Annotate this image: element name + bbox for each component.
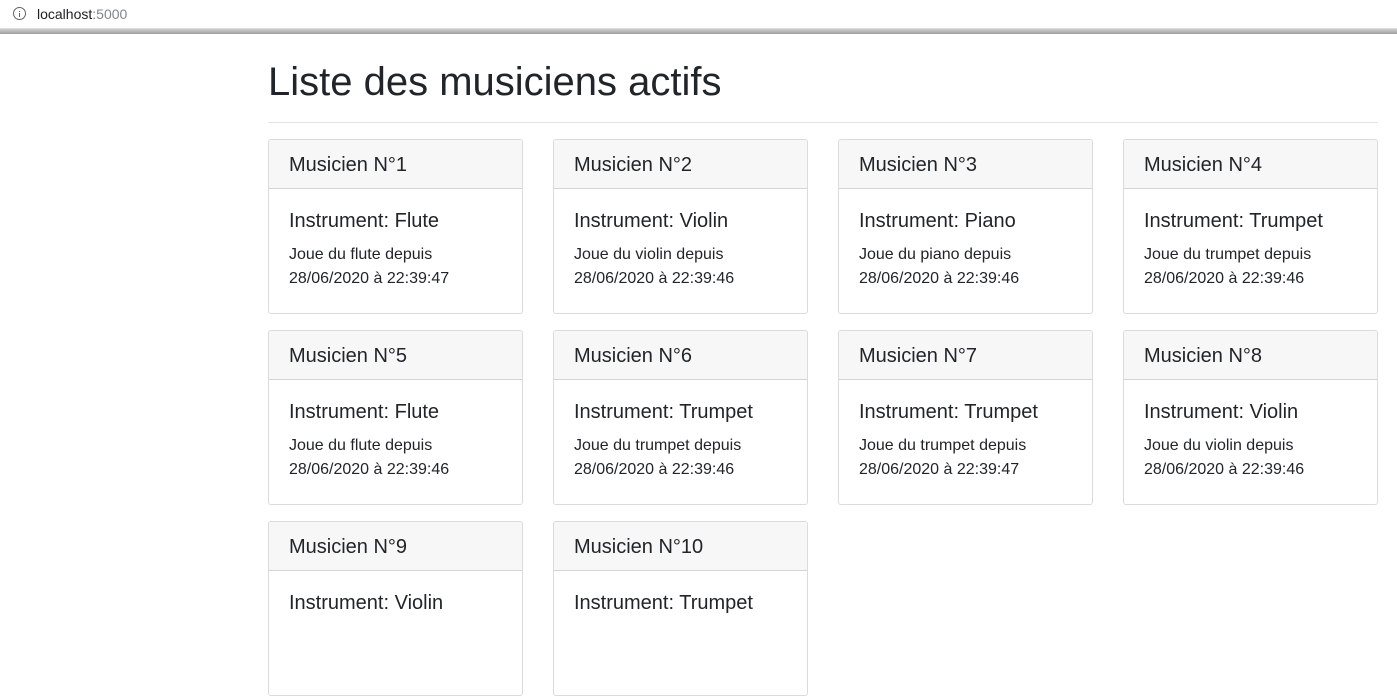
card-date: 28/06/2020 à 22:39:46 xyxy=(859,270,1020,287)
card-date: 28/06/2020 à 22:39:47 xyxy=(289,270,450,287)
card-header: Musicien N°8 xyxy=(1124,331,1377,380)
card-header: Musicien N°1 xyxy=(269,140,522,189)
url-host: localhost xyxy=(37,6,93,22)
card-instrument: Instrument: Violin xyxy=(1144,401,1299,423)
card-date: 28/06/2020 à 22:39:47 xyxy=(859,461,1020,478)
musician-card: Musicien N°10 Instrument: Trumpet xyxy=(553,521,808,696)
card-instrument: Instrument: Flute xyxy=(289,210,440,232)
card-since: Joue du violin depuis xyxy=(574,246,724,263)
card-since: Joue du trumpet depuis xyxy=(574,437,742,454)
musician-card: Musicien N°6 Instrument: Trumpet Joue du… xyxy=(553,330,808,505)
card-body: Instrument: Trumpet Joue du trumpet depu… xyxy=(554,380,807,482)
card-body: Instrument: Violin Joue du violin depuis… xyxy=(554,189,807,291)
card-instrument: Instrument: Piano xyxy=(859,210,1016,232)
browser-divider xyxy=(0,29,1397,34)
card-body: Instrument: Trumpet Joue du trumpet depu… xyxy=(839,380,1092,482)
card-body: Instrument: Trumpet Joue du trumpet depu… xyxy=(1124,189,1377,291)
url-text[interactable]: localhost:5000 xyxy=(37,6,127,22)
address-bar[interactable]: localhost:5000 xyxy=(0,0,1397,29)
card-instrument: Instrument: Flute xyxy=(289,401,440,423)
card-header: Musicien N°4 xyxy=(1124,140,1377,189)
card-header: Musicien N°10 xyxy=(554,522,807,571)
card-instrument: Instrument: Violin xyxy=(574,210,729,232)
musician-card: Musicien N°1 Instrument: Flute Joue du f… xyxy=(268,139,523,314)
card-body: Instrument: Flute Joue du flute depuis 2… xyxy=(269,380,522,482)
musician-card: Musicien N°2 Instrument: Violin Joue du … xyxy=(553,139,808,314)
card-since: Joue du piano depuis xyxy=(859,246,1012,263)
card-body: Instrument: Violin Joue du violin depuis… xyxy=(1124,380,1377,482)
card-date: 28/06/2020 à 22:39:46 xyxy=(574,270,735,287)
card-body: Instrument: Violin xyxy=(269,571,522,615)
musician-card: Musicien N°9 Instrument: Violin xyxy=(268,521,523,696)
card-body: Instrument: Piano Joue du piano depuis 2… xyxy=(839,189,1092,291)
card-header: Musicien N°6 xyxy=(554,331,807,380)
card-instrument: Instrument: Trumpet xyxy=(574,401,753,423)
url-port: :5000 xyxy=(92,6,128,22)
card-body: Instrument: Flute Joue du flute depuis 2… xyxy=(269,189,522,291)
info-icon[interactable] xyxy=(13,7,26,20)
card-header: Musicien N°9 xyxy=(269,522,522,571)
page-title: Liste des musiciens actifs xyxy=(268,60,722,104)
card-header: Musicien N°7 xyxy=(839,331,1092,380)
musician-card: Musicien N°8 Instrument: Violin Joue du … xyxy=(1123,330,1378,505)
card-since: Joue du trumpet depuis xyxy=(1144,246,1312,263)
card-date: 28/06/2020 à 22:39:46 xyxy=(1144,270,1305,287)
card-header: Musicien N°2 xyxy=(554,140,807,189)
musician-card: Musicien N°5 Instrument: Flute Joue du f… xyxy=(268,330,523,505)
card-date: 28/06/2020 à 22:39:46 xyxy=(289,461,450,478)
card-since: Joue du flute depuis xyxy=(289,437,433,454)
musician-card: Musicien N°3 Instrument: Piano Joue du p… xyxy=(838,139,1093,314)
musician-card: Musicien N°7 Instrument: Trumpet Joue du… xyxy=(838,330,1093,505)
title-divider xyxy=(268,122,1378,123)
card-instrument: Instrument: Trumpet xyxy=(859,401,1038,423)
card-header: Musicien N°3 xyxy=(839,140,1092,189)
card-body: Instrument: Trumpet xyxy=(554,571,807,615)
card-since: Joue du trumpet depuis xyxy=(859,437,1027,454)
card-instrument: Instrument: Trumpet xyxy=(1144,210,1323,232)
musician-card: Musicien N°4 Instrument: Trumpet Joue du… xyxy=(1123,139,1378,314)
card-date: 28/06/2020 à 22:39:46 xyxy=(1144,461,1305,478)
card-header: Musicien N°5 xyxy=(269,331,522,380)
card-since: Joue du flute depuis xyxy=(289,246,433,263)
card-date: 28/06/2020 à 22:39:46 xyxy=(574,461,735,478)
card-instrument: Instrument: Violin xyxy=(289,592,444,614)
card-instrument: Instrument: Trumpet xyxy=(574,592,753,614)
card-since: Joue du violin depuis xyxy=(1144,437,1294,454)
